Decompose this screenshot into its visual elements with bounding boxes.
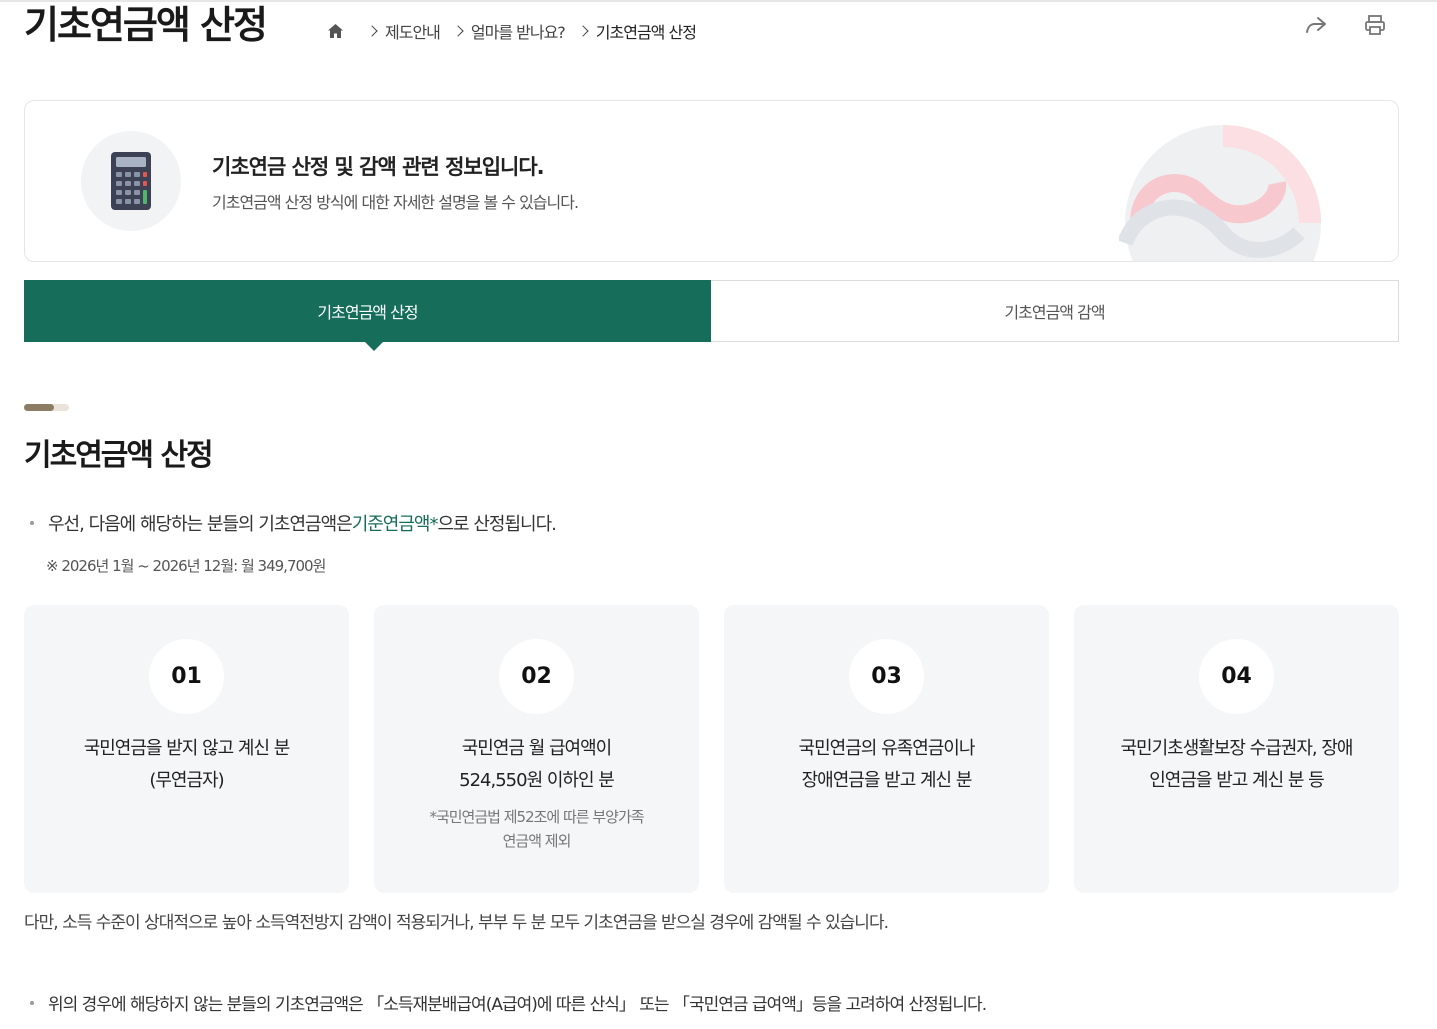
tab-bar: 기초연금액 산정 기초연금액 감액	[24, 280, 1399, 351]
standard-amount-note: ※ 2026년 1월 ~ 2026년 12월: 월 349,700원	[46, 557, 326, 575]
section-title: 기초연금액 산정	[24, 438, 214, 473]
breadcrumb-item-system[interactable]: 제도안내	[385, 19, 441, 43]
info-box: 기초연금 산정 및 감액 관련 정보입니다. 기초연금액 산정 방식에 대한 자…	[24, 100, 1399, 262]
bullet-other-cases: 위의 경우에 해당하지 않는 분들의 기초연금액은 「소득재분배급여(A급여)에…	[30, 990, 987, 1015]
reduction-footnote: 다만, 소득 수준이 상대적으로 높아 소득역전방지 감액이 적용되거나, 부부…	[24, 913, 889, 933]
card-number: 02	[499, 639, 574, 714]
breadcrumb: 제도안내 얼마를 받나요? 기초연금액 산정	[326, 19, 697, 43]
bullet-text-suffix: 으로 산정됩니다.	[437, 514, 557, 535]
card-text: 국민연금 월 급여액이 524,550원 이하인 분	[459, 738, 615, 791]
bullet-text: 위의 경우에 해당하지 않는 분들의 기초연금액은 「소득재분배급여(A급여)에…	[48, 995, 987, 1015]
share-icon	[1306, 17, 1326, 33]
info-title: 기초연금 산정 및 감액 관련 정보입니다.	[212, 155, 545, 179]
criteria-cards: 01 국민연금을 받지 않고 계신 분 (무연금자) 02 국민연금 월 급여액…	[24, 605, 1399, 893]
bullet-text-prefix: 우선, 다음에 해당하는 분들의 기초연금액은	[48, 514, 353, 535]
bullet-dot	[30, 521, 34, 525]
page-title: 기초연금액 산정	[24, 3, 268, 47]
tab-label: 기초연금액 산정	[317, 303, 418, 322]
chevron-right-icon	[577, 25, 589, 37]
bullet-criteria: 우선, 다음에 해당하는 분들의 기초연금액은 기준연금액* 으로 산정됩니다.	[30, 510, 557, 536]
print-button[interactable]	[1360, 10, 1390, 40]
card-text: 국민연금을 받지 않고 계신 분 (무연금자)	[83, 738, 291, 791]
breadcrumb-item-current[interactable]: 기초연금액 산정	[596, 19, 697, 43]
criteria-card: 03 국민연금의 유족연금이나 장애연금을 받고 계신 분	[724, 605, 1049, 893]
share-button[interactable]	[1301, 10, 1331, 40]
tab-basic-pension-reduction[interactable]: 기초연금액 감액	[711, 280, 1399, 342]
criteria-card: 04 국민기초생활보장 수급권자, 장애 인연금을 받고 계신 분 등	[1074, 605, 1399, 893]
info-description: 기초연금액 산정 방식에 대한 자세한 설명을 볼 수 있습니다.	[212, 193, 579, 212]
card-text: 국민연금의 유족연금이나 장애연금을 받고 계신 분	[798, 738, 976, 791]
active-tab-arrow	[365, 342, 383, 351]
breadcrumb-item-amount[interactable]: 얼마를 받나요?	[471, 19, 566, 43]
card-subnote: *국민연금법 제52조에 따른 부양가족 연금액 제외	[429, 808, 644, 850]
criteria-card: 01 국민연금을 받지 않고 계신 분 (무연금자)	[24, 605, 349, 893]
card-text: 국민기초생활보장 수급권자, 장애 인연금을 받고 계신 분 등	[1120, 738, 1353, 791]
home-icon[interactable]	[326, 22, 344, 40]
government-emblem-icon	[1119, 125, 1321, 261]
card-number: 04	[1199, 639, 1274, 714]
bullet-dot	[30, 1000, 34, 1005]
card-number: 03	[849, 639, 924, 714]
tab-basic-pension-calculation[interactable]: 기초연금액 산정	[24, 280, 711, 351]
card-number: 01	[149, 639, 224, 714]
calculator-icon	[81, 131, 181, 231]
standard-pension-link: 기준연금액*	[351, 514, 439, 535]
section-decoration	[24, 404, 69, 411]
chevron-right-icon	[366, 25, 378, 37]
tab-label: 기초연금액 감액	[1004, 303, 1105, 322]
print-icon	[1365, 15, 1385, 35]
criteria-card: 02 국민연금 월 급여액이 524,550원 이하인 분 *국민연금법 제52…	[374, 605, 699, 893]
chevron-right-icon	[452, 25, 464, 37]
